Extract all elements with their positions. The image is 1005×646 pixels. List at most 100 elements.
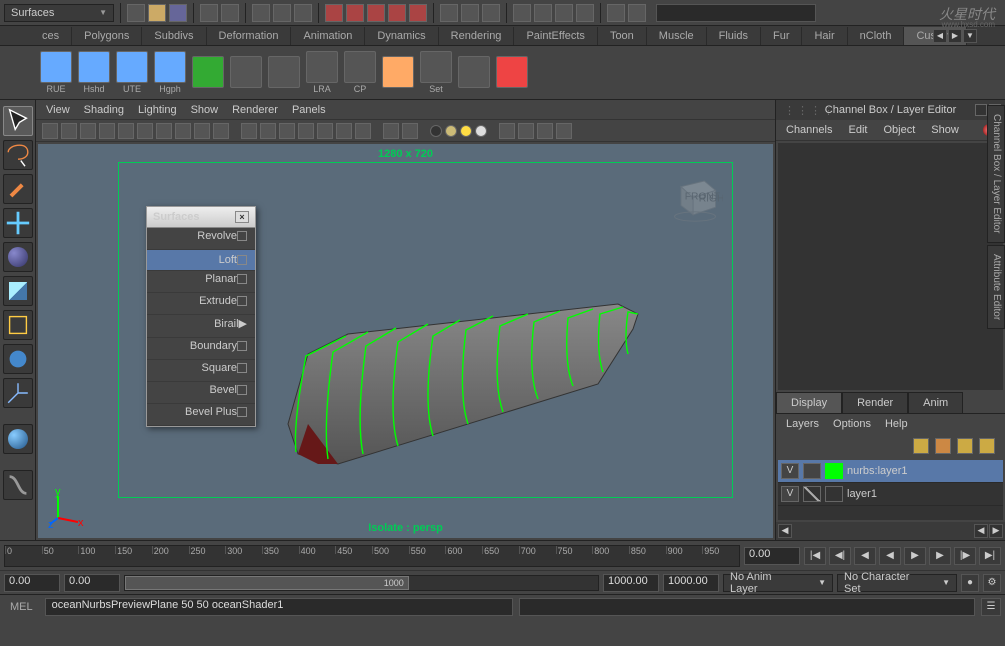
range-slider[interactable]: 1000 <box>124 575 599 591</box>
play-start-field[interactable]: 0.00 <box>64 574 120 592</box>
save-scene-icon[interactable] <box>169 4 187 22</box>
shelf-ute-icon[interactable] <box>116 51 148 83</box>
layer-add-icon[interactable] <box>957 438 973 454</box>
popup-close-icon[interactable]: × <box>235 211 249 223</box>
redo-icon[interactable] <box>221 4 239 22</box>
vp-shade-dot1[interactable] <box>430 125 442 137</box>
vp-shaded-icon[interactable] <box>260 123 276 139</box>
vp-wireshade-icon[interactable] <box>298 123 314 139</box>
vp-gate-icon[interactable] <box>194 123 210 139</box>
layer-row[interactable]: V nurbs:layer1 <box>778 460 1003 483</box>
new-scene-icon[interactable] <box>127 4 145 22</box>
show-manip-tool[interactable] <box>3 378 33 408</box>
panel-menu-view[interactable]: View <box>46 104 70 116</box>
snap-curve-icon[interactable] <box>346 4 364 22</box>
layer-vis-toggle[interactable]: V <box>781 486 799 502</box>
vp-light-icon[interactable] <box>317 123 333 139</box>
vp-render-icon[interactable] <box>499 123 515 139</box>
vp-ipr2-icon[interactable] <box>518 123 534 139</box>
shelf-tab[interactable]: Animation <box>291 27 365 45</box>
select-tool[interactable] <box>3 106 33 136</box>
shelf-tab[interactable]: Toon <box>598 27 647 45</box>
shelf-rue-icon[interactable] <box>40 51 72 83</box>
layer-vis-toggle[interactable]: V <box>781 463 799 479</box>
char-set-dropdown[interactable]: No Character Set <box>837 574 957 592</box>
help-search-input[interactable] <box>656 4 816 22</box>
layer-color-swatch[interactable] <box>825 463 843 479</box>
shelf-tab[interactable]: Hair <box>802 27 847 45</box>
shelf-flag-icon[interactable] <box>496 56 528 88</box>
vp-shade-dot2[interactable] <box>445 125 457 137</box>
cmd-lang-label[interactable]: MEL <box>4 601 39 613</box>
vp-sel-icon[interactable] <box>537 123 553 139</box>
shelf-tab[interactable]: Deformation <box>207 27 292 45</box>
render-icon[interactable] <box>513 4 531 22</box>
vp-camera-icon[interactable] <box>61 123 77 139</box>
cmd-input[interactable]: oceanNurbsPreviewPlane 50 50 oceanShader… <box>45 598 513 616</box>
options-menu[interactable]: Options <box>833 418 871 430</box>
layer-type-toggle[interactable] <box>803 463 821 479</box>
object-menu[interactable]: Object <box>883 124 915 136</box>
render-settings-icon[interactable] <box>555 4 573 22</box>
vp-motion-icon[interactable] <box>556 123 572 139</box>
viewcube[interactable]: FRONTRIGHT <box>667 168 723 224</box>
snap-plane-icon[interactable] <box>388 4 406 22</box>
range-end-field[interactable]: 1000.00 <box>663 574 719 592</box>
shelf-tab[interactable]: Fur <box>761 27 803 45</box>
paint-icon[interactable] <box>294 4 312 22</box>
range-start-field[interactable]: 0.00 <box>4 574 60 592</box>
vp-shade-dot3[interactable] <box>460 125 472 137</box>
edit-menu[interactable]: Edit <box>848 124 867 136</box>
shelf-tab[interactable]: ces <box>30 27 72 45</box>
vp-film-icon[interactable] <box>156 123 172 139</box>
panel-menu-panels[interactable]: Panels <box>292 104 326 116</box>
vp-tex-icon[interactable] <box>279 123 295 139</box>
option-box-icon[interactable] <box>237 231 247 241</box>
open-scene-icon[interactable] <box>148 4 166 22</box>
side-tab-attribute[interactable]: Attribute Editor <box>987 245 1005 329</box>
layers-menu[interactable]: Layers <box>786 418 819 430</box>
shelf-tab[interactable]: Muscle <box>647 27 707 45</box>
shelf-tab[interactable]: Dynamics <box>365 27 438 45</box>
step-back-key-icon[interactable]: ◀| <box>829 547 851 565</box>
popup-title-bar[interactable]: Surfaces × <box>147 207 255 228</box>
shelf-eye1-icon[interactable] <box>230 56 262 88</box>
option-box-icon[interactable] <box>237 385 247 395</box>
layer-row[interactable]: V layer1 <box>778 483 1003 506</box>
vp-select-icon[interactable] <box>42 123 58 139</box>
step-fwd-icon[interactable]: ▶ <box>929 547 951 565</box>
shelf-tab[interactable]: Polygons <box>72 27 142 45</box>
vp-grid-icon[interactable] <box>137 123 153 139</box>
side-tab-channelbox[interactable]: Channel Box / Layer Editor <box>987 105 1005 243</box>
shelf-play-icon[interactable] <box>192 56 224 88</box>
ipr-icon[interactable] <box>534 4 552 22</box>
snap-grid-icon[interactable] <box>325 4 343 22</box>
shelf-cp-icon[interactable] <box>344 51 376 83</box>
snap-point-icon[interactable] <box>367 4 385 22</box>
option-box-icon[interactable] <box>237 341 247 351</box>
layer-color-swatch[interactable] <box>825 486 843 502</box>
prefs-icon[interactable]: ⚙ <box>983 574 1001 592</box>
popup-item-planar[interactable]: Planar <box>147 271 255 293</box>
scroll-right-icon[interactable]: ◀ <box>974 524 988 538</box>
layer-tab-anim[interactable]: Anim <box>908 392 963 413</box>
last-tool[interactable] <box>3 424 33 454</box>
construction-icon[interactable] <box>482 4 500 22</box>
vp-res-icon[interactable] <box>175 123 191 139</box>
popup-item-extrude[interactable]: Extrude <box>147 293 255 315</box>
time-ruler[interactable]: 0501001502002503003504004505005506006507… <box>4 545 740 567</box>
lasso-tool[interactable] <box>3 140 33 170</box>
vp-shadow-icon[interactable] <box>336 123 352 139</box>
layer-new-icon[interactable] <box>913 438 929 454</box>
shelf-eye2-icon[interactable] <box>268 56 300 88</box>
layer-tab-render[interactable]: Render <box>842 392 908 413</box>
popup-item-bevelplus[interactable]: Bevel Plus <box>147 404 255 426</box>
vp-hq-icon[interactable] <box>355 123 371 139</box>
shelf-tab[interactable]: Fluids <box>707 27 761 45</box>
vp-iso-icon[interactable] <box>383 123 399 139</box>
layer-add2-icon[interactable] <box>979 438 995 454</box>
shelf-hshd-icon[interactable] <box>78 51 110 83</box>
layer-up-icon[interactable] <box>935 438 951 454</box>
go-start-icon[interactable]: |◀ <box>804 547 826 565</box>
panel-menu-show[interactable]: Show <box>191 104 219 116</box>
